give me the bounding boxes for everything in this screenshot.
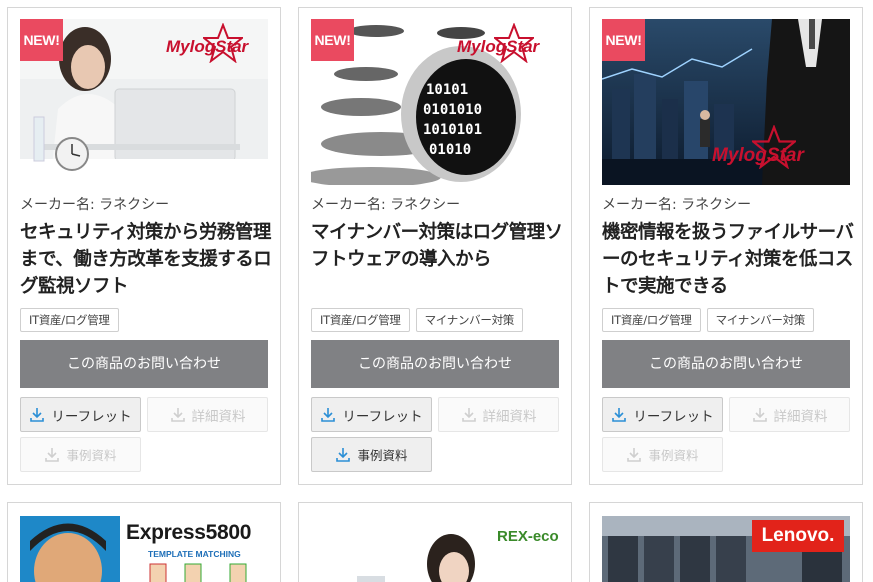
product-image[interactable]: NEW! MylogStar xyxy=(20,19,268,185)
express5800-logo: Express5800 xyxy=(126,521,252,544)
product-image[interactable]: 10101 0101010 1010101 01010 NEW! MylogSt… xyxy=(311,19,559,185)
star-logo-icon xyxy=(752,125,796,169)
case-button[interactable]: 事例資料 xyxy=(311,437,432,472)
leaflet-button[interactable]: リーフレット xyxy=(311,397,432,432)
operator-woman-image xyxy=(311,516,559,582)
svg-text:10101: 10101 xyxy=(426,82,468,98)
product-card: Express5800 TEMPLATE MATCHING xyxy=(7,502,281,582)
lenovo-logo: Lenovo. xyxy=(752,520,844,552)
case-button: 事例資料 xyxy=(20,437,141,472)
leaflet-button[interactable]: リーフレット xyxy=(602,397,723,432)
maker-name: メーカー名: ラネクシー xyxy=(311,197,461,213)
tag-list: IT資産/ログ管理 マイナンバー対策 xyxy=(602,308,814,332)
product-image[interactable]: Express5800 TEMPLATE MATCHING xyxy=(20,516,268,582)
product-title[interactable]: 機密情報を扱うファイルサーバーのセキュリティ対策を低コストで実施できる xyxy=(602,219,854,300)
download-icon xyxy=(612,407,627,422)
tag[interactable]: マイナンバー対策 xyxy=(415,308,523,332)
download-icon xyxy=(336,447,351,462)
product-card: REX-eco xyxy=(298,502,572,582)
inquiry-button[interactable]: この商品のお問い合わせ xyxy=(20,340,268,388)
product-image[interactable]: NEW! MylogStar xyxy=(602,19,850,185)
download-icon xyxy=(627,447,642,462)
download-icon xyxy=(30,407,45,422)
detail-button: 詳細資料 xyxy=(729,397,850,432)
download-icon xyxy=(461,407,476,422)
star-logo-icon xyxy=(494,23,534,63)
download-icon xyxy=(170,407,185,422)
download-icon xyxy=(752,407,767,422)
case-button: 事例資料 xyxy=(602,437,723,472)
tag[interactable]: IT資産/ログ管理 xyxy=(20,308,119,332)
product-card: NEW! MylogStar メーカー名: ラネクシー 機密情報を扱うファイルサ… xyxy=(589,7,863,485)
rex-eco-logo: REX-eco xyxy=(497,528,559,545)
tag[interactable]: マイナンバー対策 xyxy=(706,308,814,332)
tag[interactable]: IT資産/ログ管理 xyxy=(602,308,701,332)
new-badge: NEW! xyxy=(602,19,645,61)
new-badge: NEW! xyxy=(20,19,63,61)
download-icon xyxy=(321,407,336,422)
download-icon xyxy=(45,447,60,462)
product-card: 10101 0101010 1010101 01010 NEW! MylogSt… xyxy=(298,7,572,485)
product-title[interactable]: マイナンバー対策はログ管理ソフトウェアの導入から xyxy=(311,219,563,273)
product-card: NEW! MylogStar メーカー名: ラネクシー セキュリティ対策から労務… xyxy=(7,7,281,485)
new-badge: NEW! xyxy=(311,19,354,61)
tag[interactable]: IT資産/ログ管理 xyxy=(311,308,410,332)
svg-text:1010101: 1010101 xyxy=(423,122,482,138)
maker-name: メーカー名: ラネクシー xyxy=(602,197,752,213)
detail-button: 詳細資料 xyxy=(438,397,559,432)
product-image[interactable]: Lenovo. xyxy=(602,516,850,582)
inquiry-button[interactable]: この商品のお問い合わせ xyxy=(602,340,850,388)
detail-button: 詳細資料 xyxy=(147,397,268,432)
inquiry-button[interactable]: この商品のお問い合わせ xyxy=(311,340,559,388)
leaflet-button[interactable]: リーフレット xyxy=(20,397,141,432)
product-title[interactable]: セキュリティ対策から労務管理まで、働き方改革を支援するログ監視ソフト xyxy=(20,219,272,300)
maker-name: メーカー名: ラネクシー xyxy=(20,197,170,213)
template-matching-label: TEMPLATE MATCHING xyxy=(148,549,241,559)
svg-text:0101010: 0101010 xyxy=(423,102,482,118)
product-card: Lenovo. xyxy=(589,502,863,582)
tag-list: IT資産/ログ管理 マイナンバー対策 xyxy=(311,308,523,332)
tag-list: IT資産/ログ管理 xyxy=(20,308,119,332)
star-logo-icon xyxy=(203,23,243,63)
product-image[interactable]: REX-eco xyxy=(311,516,559,582)
svg-text:01010: 01010 xyxy=(429,142,471,158)
